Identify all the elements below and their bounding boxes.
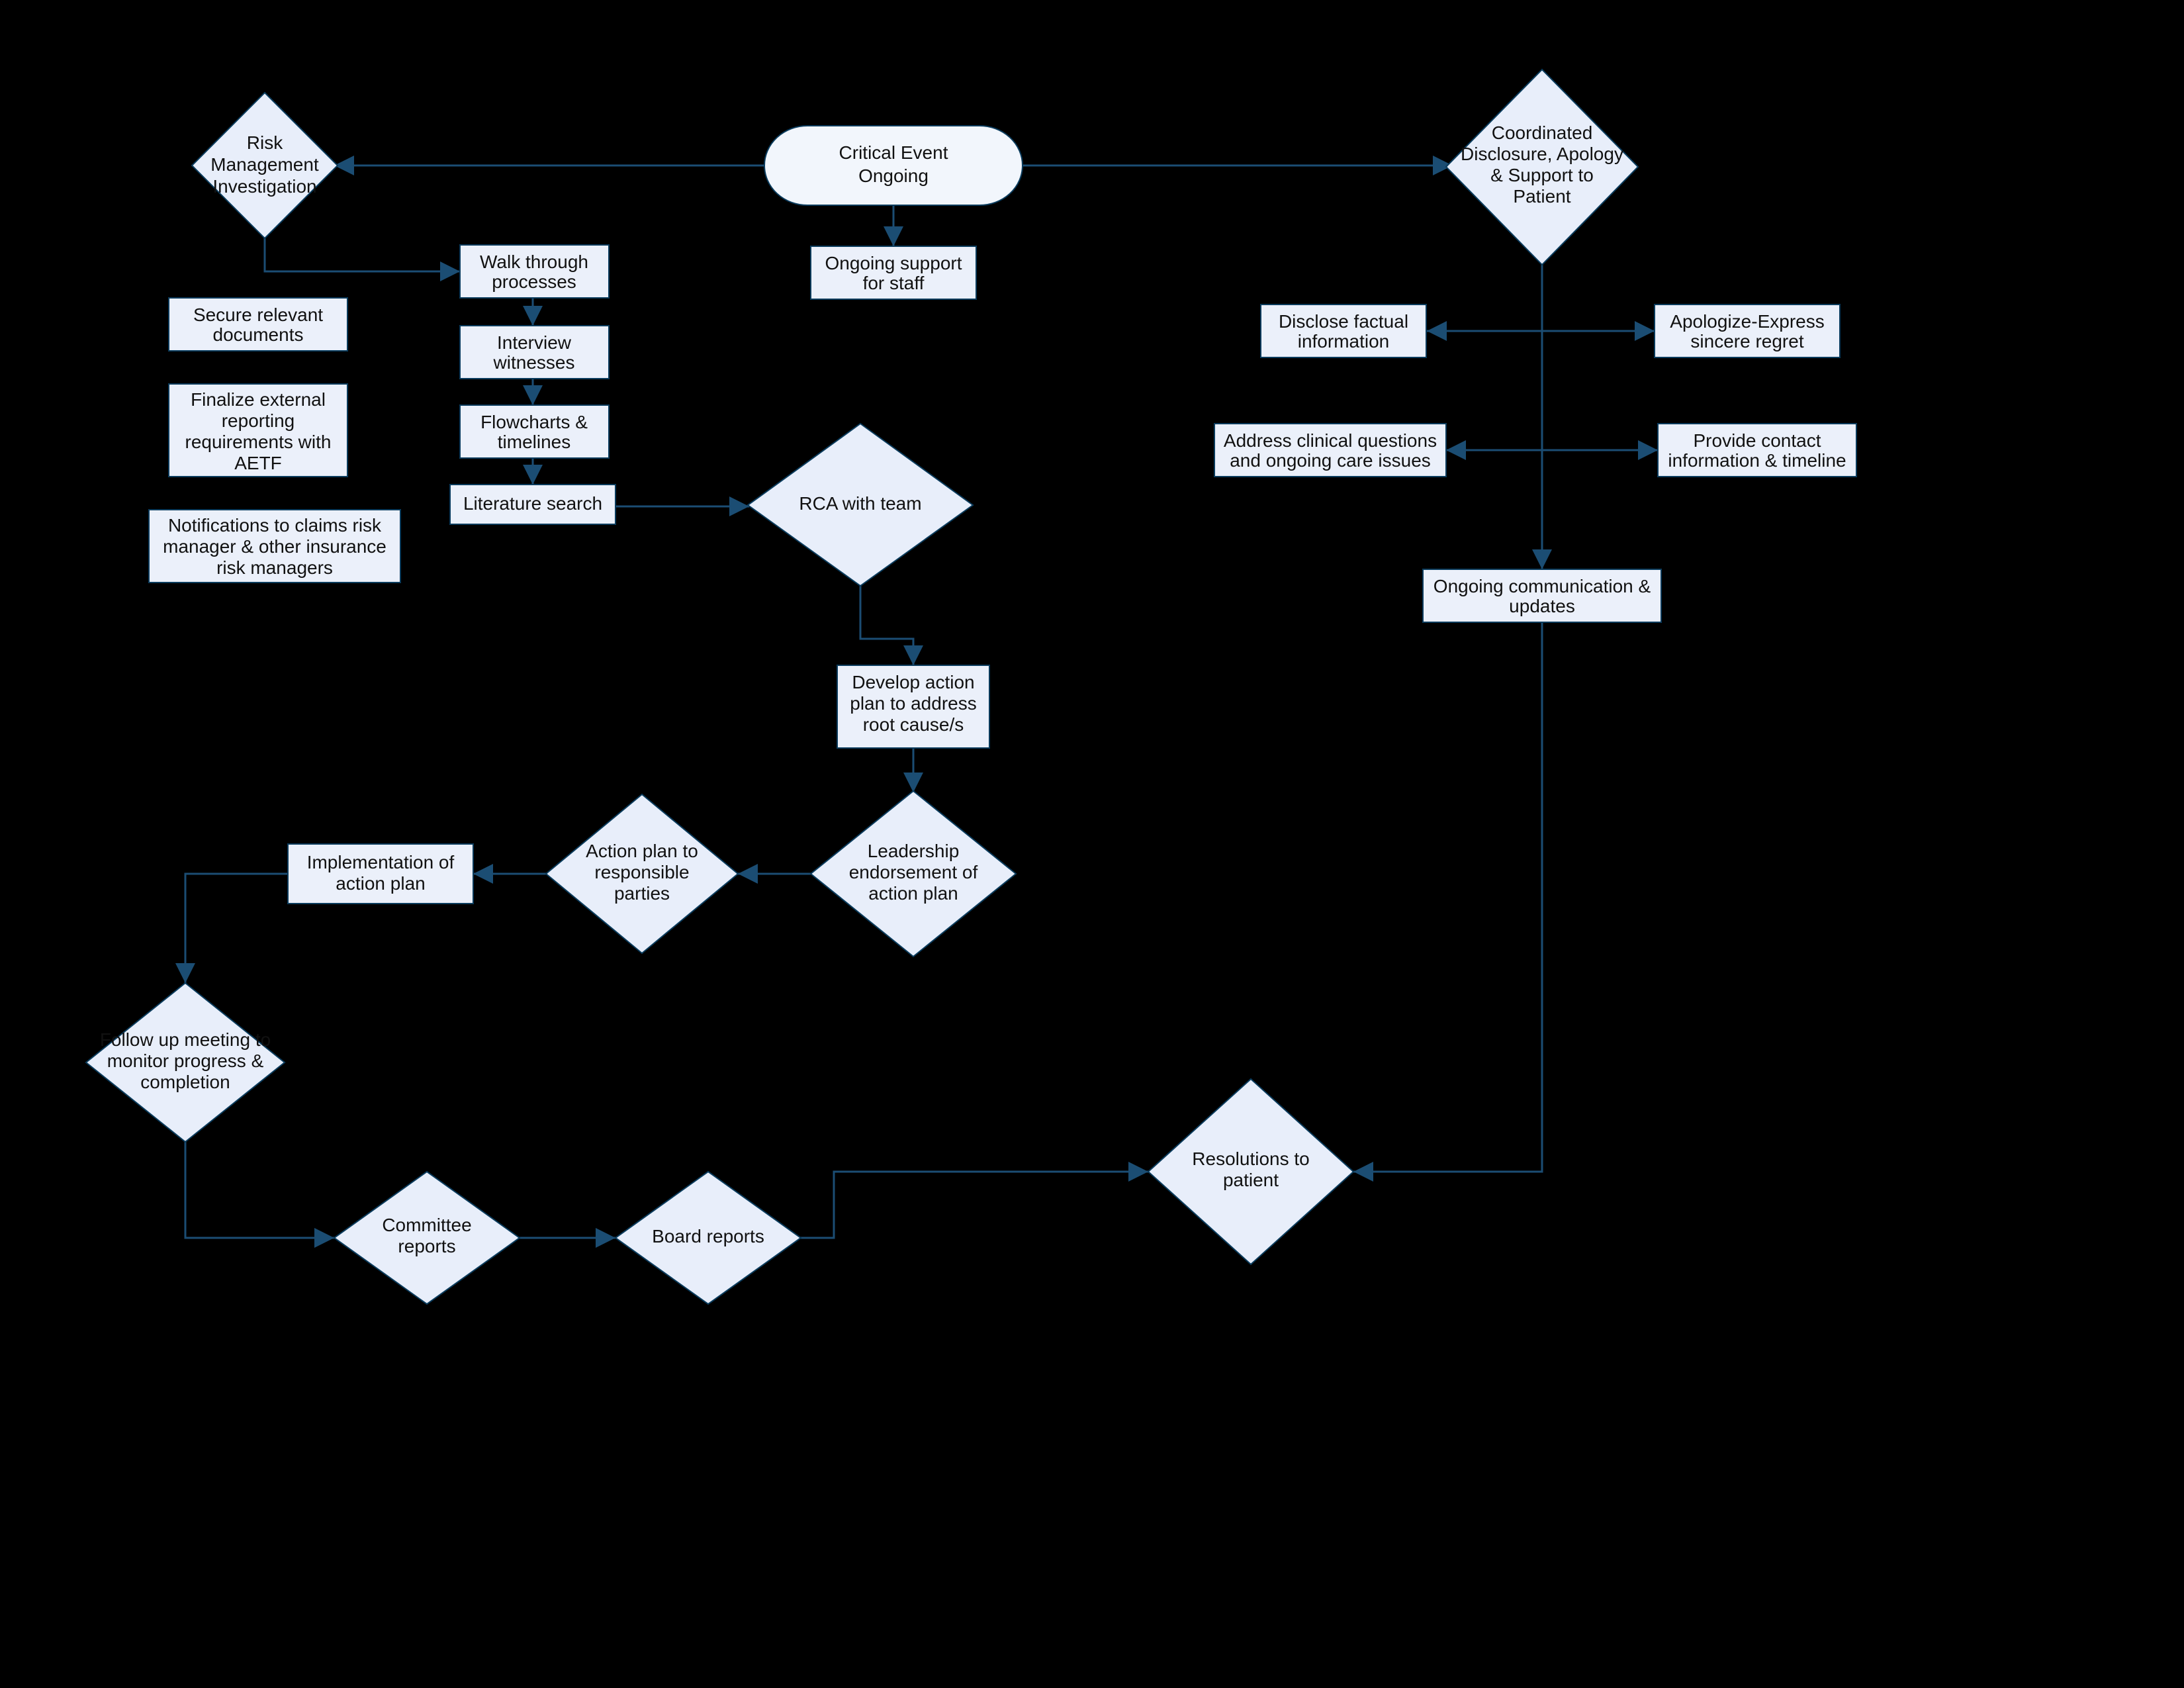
node-board-reports: Board reports xyxy=(615,1172,801,1304)
node-walk-through: Walk throughprocesses xyxy=(460,245,609,298)
svg-text:Apologize-Expresssincere regre: Apologize-Expresssincere regret xyxy=(1670,311,1824,352)
node-provide-contact: Provide contactinformation & timeline xyxy=(1658,424,1856,477)
node-secure-documents: Secure relevantdocuments xyxy=(169,298,347,351)
svg-text:Disclose factualinformation: Disclose factualinformation xyxy=(1279,311,1408,352)
node-committee-reports: Committeereports xyxy=(334,1172,520,1304)
node-apologize: Apologize-Expresssincere regret xyxy=(1655,305,1840,357)
node-finalize-external: Finalize externalreportingrequirements w… xyxy=(169,384,347,477)
svg-text:Interviewwitnesses: Interviewwitnesses xyxy=(493,332,575,373)
node-address-clinical: Address clinical questionsand ongoing ca… xyxy=(1214,424,1446,477)
node-critical-event: Critical EventOngoing xyxy=(764,126,1023,205)
node-coordinated-disclosure: CoordinatedDisclosure, Apology& Support … xyxy=(1446,70,1638,265)
node-flowcharts-timelines: Flowcharts &timelines xyxy=(460,405,609,458)
node-ongoing-support: Ongoing supportfor staff xyxy=(811,246,976,299)
node-implementation: Implementation ofaction plan xyxy=(288,844,473,904)
svg-text:Literature search: Literature search xyxy=(463,493,602,514)
svg-text:Board reports: Board reports xyxy=(652,1226,764,1246)
flowchart-canvas: Critical EventOngoing RiskManagementInve… xyxy=(0,0,2184,1688)
node-follow-up: Follow up meeting tomonitor progress &co… xyxy=(86,983,285,1142)
svg-text:Develop actionplan to addressr: Develop actionplan to addressroot cause/… xyxy=(850,672,976,735)
node-disclose-factual: Disclose factualinformation xyxy=(1261,305,1426,357)
node-leadership: Leadershipendorsement ofaction plan xyxy=(811,791,1016,957)
node-develop-action: Develop actionplan to addressroot cause/… xyxy=(837,665,989,748)
node-notifications: Notifications to claims riskmanager & ot… xyxy=(149,510,400,583)
node-risk-management: RiskManagementInvestigation xyxy=(192,93,338,238)
svg-text:RCA with team: RCA with team xyxy=(799,493,921,514)
svg-text:Address clinical questionsand: Address clinical questionsand ongoing ca… xyxy=(1224,430,1437,471)
node-ongoing-communication: Ongoing communication &updates xyxy=(1423,569,1661,622)
node-responsible-parties: Action plan toresponsibleparties xyxy=(546,794,738,953)
node-resolutions: Resolutions topatient xyxy=(1148,1079,1353,1264)
svg-text:Walk throughprocesses: Walk throughprocesses xyxy=(480,252,588,292)
node-rca: RCA with team xyxy=(748,424,973,586)
svg-text:Provide contactinformation & t: Provide contactinformation & timeline xyxy=(1668,430,1846,471)
label: Critical Event xyxy=(839,142,948,163)
node-literature-search: Literature search xyxy=(450,485,615,524)
node-interview-witnesses: Interviewwitnesses xyxy=(460,326,609,379)
